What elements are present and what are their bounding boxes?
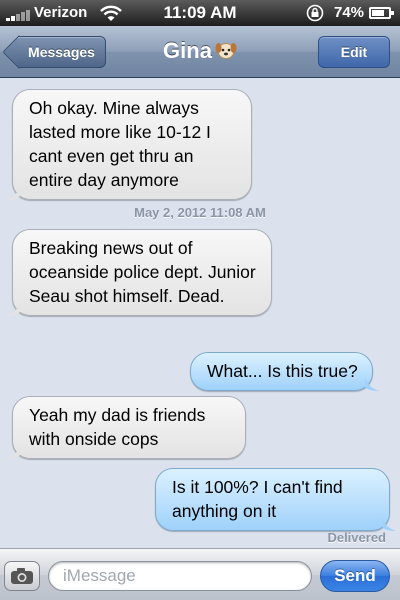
message-bubble-outgoing[interactable]: What... Is this true? xyxy=(190,352,379,391)
imessage-input[interactable] xyxy=(48,561,312,591)
rotation-lock-icon xyxy=(306,4,324,22)
battery-icon xyxy=(369,7,394,19)
message-text: Oh okay. Mine always lasted more like 10… xyxy=(29,98,211,190)
nav-bar: Messages Gina Edit xyxy=(0,26,400,78)
message-timestamp: May 2, 2012 11:08 AM xyxy=(134,205,266,220)
camera-button[interactable] xyxy=(4,561,40,591)
message-bubble-incoming[interactable]: Yeah my dad is friends with onside cops xyxy=(6,396,246,459)
dog-face-icon xyxy=(215,43,237,59)
send-button[interactable]: Send xyxy=(320,560,390,592)
message-text: What... Is this true? xyxy=(207,361,358,381)
conversation-view[interactable]: Oh okay. Mine always lasted more like 10… xyxy=(0,79,400,548)
message-text: Breaking news out of oceanside police de… xyxy=(29,238,256,306)
message-bubble-incoming[interactable]: Oh okay. Mine always lasted more like 10… xyxy=(6,89,252,200)
edit-button[interactable]: Edit xyxy=(318,36,390,68)
battery-percent: 74% xyxy=(334,4,365,21)
status-bar: Verizon 11:09 AM 74% xyxy=(0,0,400,26)
message-text: Is it 100%? I can't find anything on it xyxy=(172,477,343,521)
battery-fill xyxy=(372,10,384,16)
camera-icon xyxy=(11,568,33,584)
delivered-status: Delivered xyxy=(327,530,386,545)
send-button-label: Send xyxy=(334,566,376,585)
message-text: Yeah my dad is friends with onside cops xyxy=(29,405,206,449)
contact-name: Gina xyxy=(163,38,212,63)
message-input-bar: Send xyxy=(0,548,400,600)
edit-button-label: Edit xyxy=(340,44,368,60)
message-bubble-incoming[interactable]: Breaking news out of oceanside police de… xyxy=(6,229,272,316)
message-bubble-outgoing[interactable]: Is it 100%? I can't find anything on it xyxy=(155,468,396,531)
